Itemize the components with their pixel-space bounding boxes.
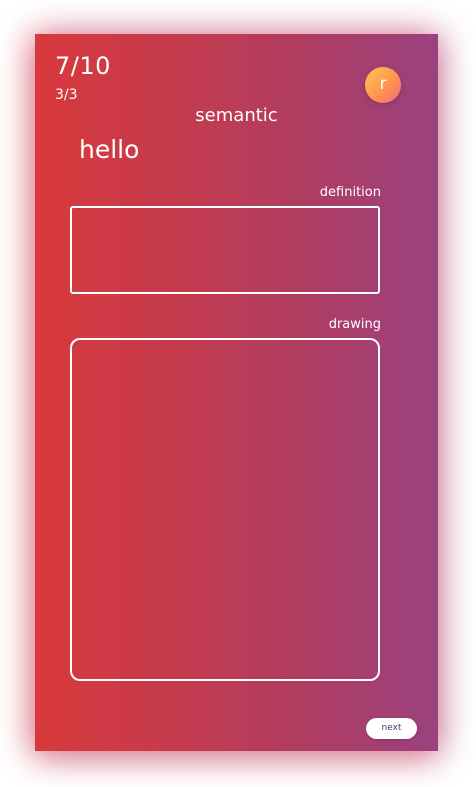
drawing-label: drawing — [328, 317, 381, 332]
drawing-canvas[interactable] — [70, 338, 380, 681]
app-screen: 7/10 3/3 r semantic hello definition dra… — [0, 0, 476, 787]
step-counter: 3/3 — [55, 87, 78, 103]
score-counter: 7/10 — [55, 52, 111, 80]
mode-title: semantic — [195, 105, 278, 126]
flashcard-panel: 7/10 3/3 r semantic hello definition dra… — [35, 34, 438, 751]
definition-input[interactable] — [70, 206, 380, 294]
user-avatar[interactable]: r — [365, 67, 401, 103]
next-button[interactable]: next — [366, 718, 417, 739]
definition-label: definition — [319, 185, 381, 200]
prompt-word: hello — [79, 135, 140, 164]
